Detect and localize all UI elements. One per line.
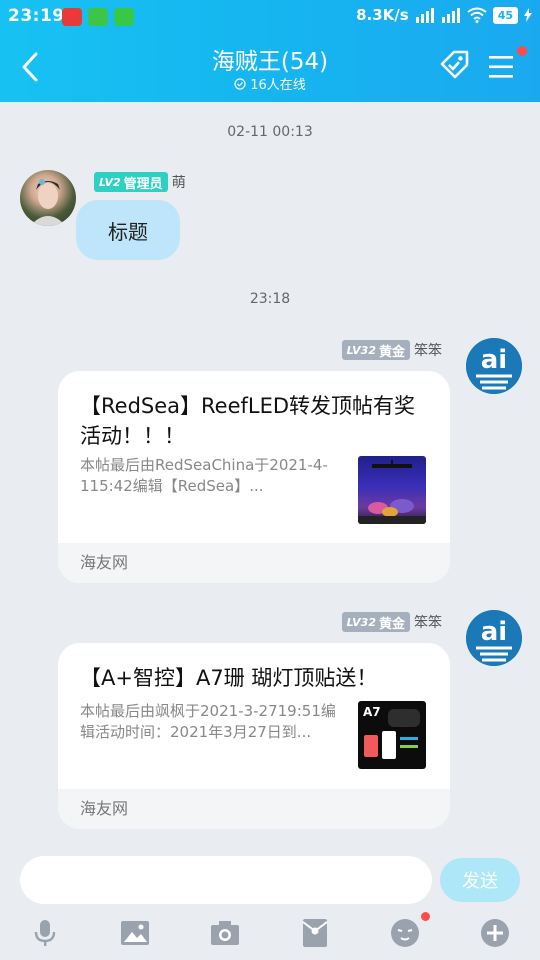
sender-name: 笨笨 (414, 343, 442, 359)
emoji-icon[interactable] (390, 918, 420, 948)
online-check-icon (234, 77, 246, 90)
card-source: 海友网 (58, 543, 450, 583)
image-icon[interactable] (120, 918, 150, 948)
avatar[interactable] (20, 170, 76, 226)
card-title: 【RedSea】ReefLED转发顶帖有奖活动！！！ (80, 394, 416, 448)
level-badge: LV32 黄金 (341, 612, 410, 632)
wifi-icon (467, 7, 487, 23)
svg-text:ai: ai (481, 617, 507, 647)
input-bar: 发送 (0, 846, 540, 960)
charging-icon (524, 8, 532, 22)
aquarium-image (358, 460, 426, 524)
app-notify-icon (62, 8, 82, 26)
svg-text:A7: A7 (363, 705, 381, 719)
card-description: 本帖最后由飒枫于2021-3-2719:51编辑活动时间：2021年3月27日到… (80, 702, 336, 741)
camera-icon[interactable] (210, 918, 240, 948)
time-separator: 02-11 00:13 (227, 124, 313, 140)
signal-icon (415, 8, 434, 23)
network-speed: 8.3K/s (356, 6, 409, 24)
level-badge: LV32 黄金 (341, 340, 410, 360)
shield-app-icon (114, 8, 134, 26)
message-bubble[interactable]: 标题 (76, 200, 180, 260)
self-avatar[interactable]: ai (466, 338, 522, 394)
chat-header: 23:19 8.3K/s 45 海贼王(54) 16人在线 (0, 0, 540, 102)
tag-icon[interactable] (438, 48, 472, 82)
member-avatar-image (30, 179, 66, 226)
time-separator: 23:18 (249, 291, 291, 307)
svg-text:ai: ai (481, 345, 507, 375)
card-thumbnail: A7 (358, 701, 426, 769)
card-title: 【A+智控】A7珊 瑚灯顶贴送！ (80, 666, 378, 690)
sender-name: 萌 (171, 175, 186, 191)
signal-icon-2 (441, 8, 460, 23)
card-description: 本帖最后由RedSeaChina于2021-4-115:42编辑【RedSea】… (80, 456, 328, 495)
battery-icon: 45 (492, 6, 518, 24)
status-bar: 23:19 8.3K/s 45 (0, 0, 540, 34)
message-text: 标题 (108, 219, 148, 244)
mic-icon[interactable] (30, 918, 60, 948)
level-badge: LV2 管理员 (94, 172, 168, 192)
sender-meta: LV2 管理员 萌 (94, 172, 186, 192)
self-avatar-image: ai (466, 338, 522, 394)
self-avatar-image: ai (466, 610, 522, 666)
menu-icon[interactable] (488, 54, 516, 80)
card-thumbnail (358, 456, 426, 524)
sender-meta: LV32 黄金 笨笨 (341, 340, 442, 360)
online-count: 16人在线 (250, 78, 306, 93)
product-image: A7 (363, 705, 420, 759)
self-avatar[interactable]: ai (466, 610, 522, 666)
send-button[interactable]: 发送 (440, 858, 520, 902)
message-input[interactable] (20, 856, 432, 904)
link-card[interactable]: 【A+智控】A7珊 瑚灯顶贴送！ 本帖最后由飒枫于2021-3-2719:51编… (58, 643, 450, 829)
status-time: 23:19 (8, 6, 65, 26)
wechat-icon (88, 8, 108, 26)
sender-meta: LV32 黄金 笨笨 (341, 612, 442, 632)
plus-icon[interactable] (480, 918, 510, 948)
card-source: 海友网 (58, 789, 450, 829)
emoji-notify-dot (421, 912, 430, 921)
link-card[interactable]: 【RedSea】ReefLED转发顶帖有奖活动！！！ 本帖最后由RedSeaCh… (58, 371, 450, 583)
red-packet-icon[interactable] (300, 918, 330, 948)
sender-name: 笨笨 (414, 615, 442, 631)
menu-notify-dot (517, 46, 527, 56)
